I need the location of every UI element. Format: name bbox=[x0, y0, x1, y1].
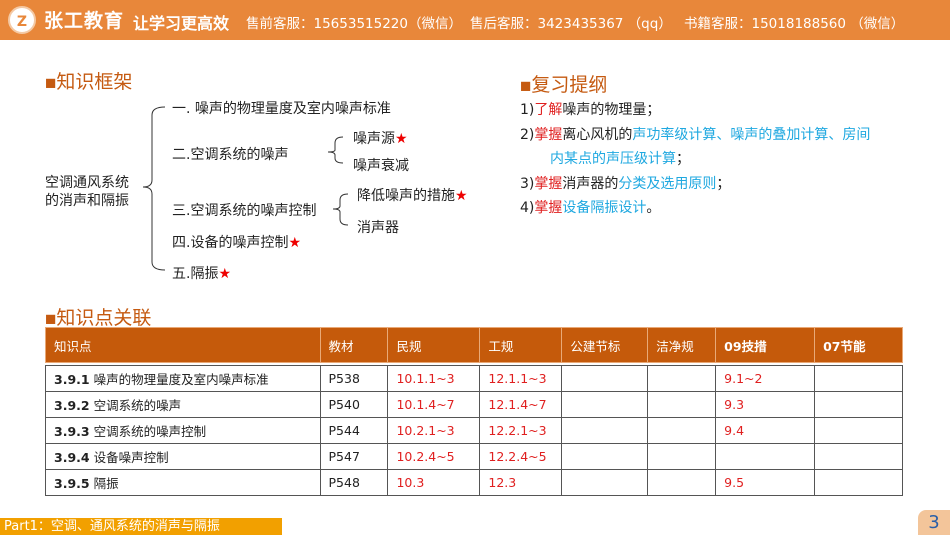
table-cell: 12.2.1~3 bbox=[479, 417, 563, 444]
table-cell bbox=[561, 469, 649, 496]
table-cell: 9.3 bbox=[715, 391, 816, 418]
table-row: 3.9.5 隔振 P548 10.3 12.3 9.5 bbox=[45, 469, 903, 496]
table-cell: 9.4 bbox=[715, 417, 816, 444]
tree-item-5: 五.隔振★ bbox=[172, 266, 232, 282]
table-cell: 10.1.4~7 bbox=[387, 391, 481, 418]
table-row: 3.9.4 设备噪声控制 P547 10.2.4~5 12.2.4~5 bbox=[45, 443, 903, 470]
outline-item: 1)了解噪声的物理量； bbox=[520, 102, 661, 118]
topic-code: 3.9.5 bbox=[54, 476, 90, 491]
topic-name: 隔振 bbox=[93, 476, 119, 491]
table-cell: P547 bbox=[319, 443, 389, 470]
topic-name: 空调系统的噪声控制 bbox=[93, 424, 207, 439]
cell-topic: 3.9.1 噪声的物理量度及室内噪声标准 bbox=[45, 365, 321, 392]
table-cell bbox=[647, 469, 717, 496]
column-header: 09技措 bbox=[715, 327, 816, 363]
star-icon: ★ bbox=[455, 188, 468, 204]
topic-name: 噪声的物理量度及室内噪声标准 bbox=[93, 372, 269, 387]
outline-item: 2)掌握离心风机的声功率级计算、噪声的叠加计算、房间 内某点的声压级计算； bbox=[520, 126, 871, 168]
table-cell: 12.1.1~3 bbox=[479, 365, 563, 392]
table-cell bbox=[561, 365, 649, 392]
books-contact: 书籍客服：15018188560 （微信） bbox=[684, 16, 905, 32]
table-cell: 12.1.4~7 bbox=[479, 391, 563, 418]
table-cell: P548 bbox=[319, 469, 389, 496]
table-cell bbox=[814, 469, 903, 496]
table-cell bbox=[647, 391, 717, 418]
table-row: 3.9.2 空调系统的噪声 P540 10.1.4~7 12.1.4~7 9.3 bbox=[45, 391, 903, 418]
column-header: 工规 bbox=[479, 327, 563, 363]
column-header: 教材 bbox=[319, 327, 389, 363]
tree-sub-noise-source: 噪声源★ bbox=[353, 131, 408, 147]
column-header: 知识点 bbox=[45, 327, 321, 363]
table-cell: 10.2.1~3 bbox=[387, 417, 481, 444]
table-cell: P540 bbox=[319, 391, 389, 418]
cell-topic: 3.9.2 空调系统的噪声 bbox=[45, 391, 321, 418]
page-number: 3 bbox=[918, 510, 950, 535]
table-cell bbox=[647, 443, 717, 470]
table-cell bbox=[814, 443, 903, 470]
relation-table: 知识点 教材 民规 工规 公建节标 洁净规 09技措 07节能 3.9.1 噪声的物理量度及室… bbox=[45, 327, 903, 496]
tree-sub-noise-attenuation: 噪声衰减 bbox=[353, 158, 409, 174]
tree-item-3: 三.空调系统的噪声控制 bbox=[172, 203, 317, 219]
tree-item-4: 四.设备的噪声控制★ bbox=[172, 235, 302, 251]
table-cell bbox=[814, 391, 903, 418]
topic-code: 3.9.3 bbox=[54, 424, 90, 439]
outline-item: 4)掌握设备隔振设计。 bbox=[520, 200, 661, 216]
tree-sub-noise-reduction: 降低噪声的措施★ bbox=[357, 188, 468, 204]
table-cell: 10.1.1~3 bbox=[387, 365, 481, 392]
table-cell: 9.5 bbox=[715, 469, 816, 496]
relation-title: ■知识点关联 bbox=[45, 307, 152, 329]
table-cell bbox=[814, 365, 903, 392]
tree-sub-silencer: 消声器 bbox=[357, 220, 399, 236]
table-cell: 9.1~2 bbox=[715, 365, 816, 392]
table-cell: P544 bbox=[319, 417, 389, 444]
table-cell: 12.3 bbox=[479, 469, 563, 496]
tree-root-line2: 的消声和隔振 bbox=[45, 193, 129, 209]
table-cell: 10.3 bbox=[387, 469, 481, 496]
table-row: 3.9.1 噪声的物理量度及室内噪声标准 P538 10.1.1~3 12.1.1~3… bbox=[45, 365, 903, 392]
table-header-row: 知识点 教材 民规 工规 公建节标 洁净规 09技措 07节能 bbox=[45, 327, 903, 363]
topic-name: 空调系统的噪声 bbox=[93, 398, 182, 413]
table-cell bbox=[647, 365, 717, 392]
outline-title: ■复习提纲 bbox=[520, 74, 608, 96]
cell-topic: 3.9.3 空调系统的噪声控制 bbox=[45, 417, 321, 444]
star-icon: ★ bbox=[218, 266, 232, 282]
star-icon: ★ bbox=[288, 235, 302, 251]
table-cell: P538 bbox=[319, 365, 389, 392]
table-cell bbox=[561, 443, 649, 470]
outline-list: 1)了解噪声的物理量； 2)掌握离心风机的声功率级计算、噪声的叠加计算、房间 内某… bbox=[520, 98, 870, 221]
table-cell: 10.2.4~5 bbox=[387, 443, 481, 470]
topic-code: 3.9.4 bbox=[54, 450, 90, 465]
table-cell: 12.2.4~5 bbox=[479, 443, 563, 470]
column-header: 公建节标 bbox=[561, 327, 649, 363]
column-header: 洁净规 bbox=[647, 327, 717, 363]
table-cell bbox=[561, 417, 649, 444]
cell-topic: 3.9.4 设备噪声控制 bbox=[45, 443, 321, 470]
topic-name: 设备噪声控制 bbox=[93, 450, 169, 465]
tree-item-1: 一. 噪声的物理量度及室内噪声标准 bbox=[172, 101, 391, 117]
tree-root-line1: 空调通风系统 bbox=[45, 175, 129, 191]
footer-part-label: Part1：空调、通风系统的消声与隔振 bbox=[0, 518, 282, 535]
table-cell bbox=[715, 443, 816, 470]
table-cell bbox=[814, 417, 903, 444]
star-icon: ★ bbox=[395, 131, 408, 147]
column-header: 民规 bbox=[387, 327, 481, 363]
cell-topic: 3.9.5 隔振 bbox=[45, 469, 321, 496]
outline-item: 3)掌握消声器的分类及选用原则； bbox=[520, 175, 731, 192]
topic-code: 3.9.2 bbox=[54, 398, 90, 413]
topic-code: 3.9.1 bbox=[54, 372, 90, 387]
column-header: 07节能 bbox=[814, 327, 903, 363]
table-cell bbox=[647, 417, 717, 444]
table-row: 3.9.3 空调系统的噪声控制 P544 10.2.1~3 12.2.1~3 9.4 bbox=[45, 417, 903, 444]
table-cell bbox=[561, 391, 649, 418]
tree-item-2: 二.空调系统的噪声 bbox=[172, 147, 289, 163]
